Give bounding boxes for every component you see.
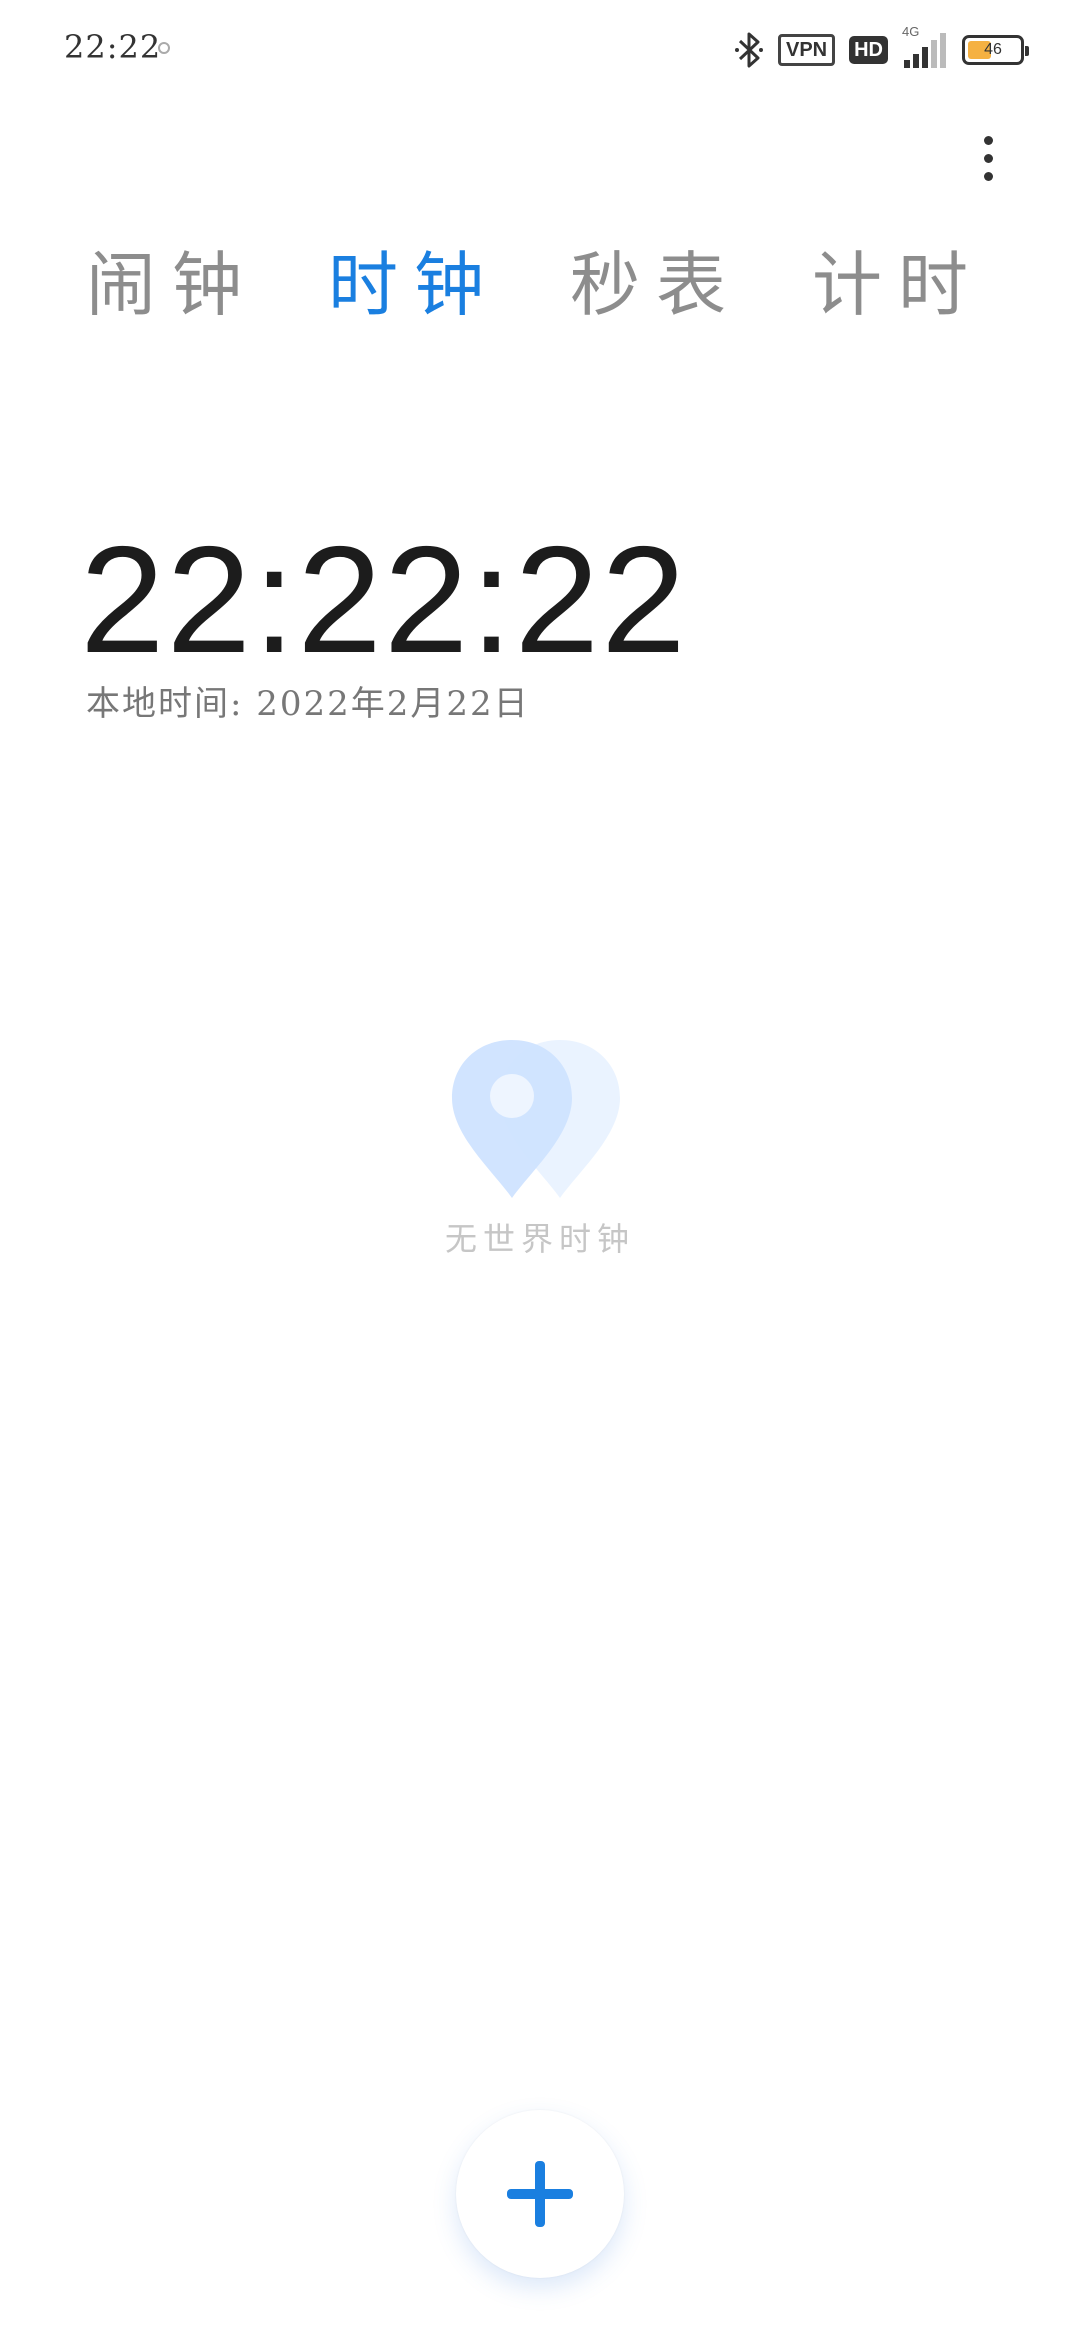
tab-timer[interactable]: 计时	[812, 240, 984, 330]
local-date: 本地时间: 2022年2月22日	[86, 684, 530, 724]
empty-state: 无世界时钟	[440, 1030, 640, 1260]
bluetooth-icon	[734, 30, 764, 70]
more-vert-icon-dot	[983, 135, 993, 145]
add-city-button[interactable]	[456, 2110, 624, 2278]
status-bar: 22:22 VPN HD 4G 46	[0, 0, 1080, 100]
more-vert-icon-dot	[983, 153, 993, 163]
more-vert-icon-dot	[983, 171, 993, 181]
current-time: 22:22:22	[80, 515, 688, 685]
signal-icon: 4G	[902, 24, 948, 70]
battery-level: 46	[984, 41, 1002, 58]
battery-tip	[1025, 46, 1029, 56]
empty-state-text: 无世界时钟	[444, 1220, 635, 1258]
tab-bar: 闹钟 时钟 秒表 计时	[86, 240, 984, 330]
tab-clock[interactable]: 时钟	[328, 240, 500, 330]
tab-alarm[interactable]: 闹钟	[86, 240, 258, 330]
more-options-button[interactable]	[960, 130, 1016, 186]
hd-badge: HD	[849, 36, 888, 64]
notification-dot-icon	[158, 42, 170, 54]
battery-icon: 46	[962, 35, 1029, 65]
location-pin-icon	[452, 1040, 620, 1198]
status-time: 22:22	[64, 28, 162, 66]
tab-stopwatch[interactable]: 秒表	[570, 240, 742, 330]
vpn-badge: VPN	[777, 34, 836, 66]
status-icons: VPN HD 4G 46	[734, 24, 1029, 74]
plus-icon	[507, 2161, 573, 2227]
